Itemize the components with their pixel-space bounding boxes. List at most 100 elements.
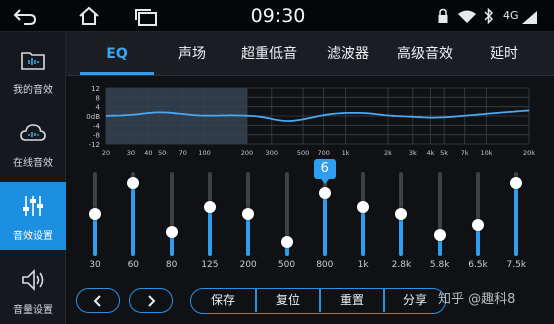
eq-slider-2.8k[interactable]: 2.8k <box>386 162 416 276</box>
network-type: 4G <box>503 9 519 22</box>
slider-knob[interactable] <box>357 201 370 213</box>
slider-fill <box>93 214 97 256</box>
x-tick-label: 1k <box>342 149 350 157</box>
tab-advanced-effects[interactable]: 高级音效 <box>388 32 462 76</box>
selected-value-bubble: 6 <box>313 159 336 184</box>
music-folder-icon <box>19 46 47 74</box>
clock: 09:30 <box>250 5 306 27</box>
active-tab-indicator <box>80 72 154 75</box>
eq-slider-800[interactable]: 800 6 <box>310 159 340 276</box>
x-tick-label: 7k <box>461 149 469 157</box>
sidebar: 我的音效 在线音效 音效设置 音量设置 <box>0 32 66 324</box>
eq-slider-30[interactable]: 30 <box>80 162 110 276</box>
slider-knob[interactable] <box>165 225 178 238</box>
recent-apps-icon[interactable] <box>133 7 159 31</box>
sidebar-item-volume-settings[interactable]: 音量设置 <box>0 256 66 324</box>
eq-slider-group: 30 60 80 125 200 500 800 6 1k 2.8k 5.8k 6.5k 7.5k <box>66 159 554 276</box>
slider-fill <box>514 182 519 256</box>
band-frequency-label: 30 <box>89 260 101 270</box>
sidebar-item-label: 音效设置 <box>13 231 53 242</box>
y-tick-label: -4 <box>93 122 101 130</box>
restore-button[interactable]: 复位 <box>257 289 319 312</box>
x-tick-label: 20k <box>523 149 535 157</box>
tab-eq[interactable]: EQ <box>80 32 154 76</box>
tab-sound-field[interactable]: 声场 <box>162 32 222 76</box>
y-tick-label: -12 <box>89 141 100 149</box>
band-frequency-label: 2.8k <box>391 260 412 270</box>
signal-icon <box>522 9 538 28</box>
back-icon[interactable] <box>12 7 38 29</box>
y-tick-label: 8 <box>96 94 100 102</box>
chevron-right-icon <box>148 295 156 307</box>
eq-slider-125[interactable]: 125 <box>195 162 225 276</box>
y-tick-label: 0dB <box>86 113 100 121</box>
x-tick-label: 300 <box>266 149 278 157</box>
tab-delay[interactable]: 延时 <box>474 32 534 76</box>
band-frequency-label: 60 <box>127 260 140 270</box>
slider-knob[interactable] <box>318 187 331 199</box>
reset-button[interactable]: 重置 <box>321 289 383 312</box>
x-tick-label: 4k <box>426 149 434 157</box>
eq-slider-60[interactable]: 60 <box>118 162 148 276</box>
sidebar-item-effect-settings[interactable]: 音效设置 <box>0 182 66 250</box>
slider-knob[interactable] <box>89 208 101 220</box>
prev-button[interactable] <box>76 288 120 313</box>
slider-knob[interactable] <box>433 229 446 241</box>
slider-knob[interactable] <box>280 236 293 248</box>
x-tick-label: 5k <box>440 149 448 157</box>
y-tick-label: -8 <box>93 132 100 140</box>
slider-fill <box>361 207 366 256</box>
sidebar-item-my-effects[interactable]: 我的音效 <box>0 36 66 104</box>
band-frequency-label: 5.8k <box>429 260 450 270</box>
eq-slider-500[interactable]: 500 <box>272 162 302 276</box>
slider-knob[interactable] <box>242 208 255 220</box>
cloud-music-icon <box>19 119 47 147</box>
home-icon[interactable] <box>78 6 100 30</box>
slider-knob[interactable] <box>510 176 523 189</box>
chevron-left-icon <box>93 295 101 307</box>
eq-slider-6.5k[interactable]: 6.5k <box>463 162 493 276</box>
slider-fill <box>131 182 136 256</box>
eq-response-graph: 12 8 4 0dB -4 -8 -12 20 30 40 50 70 100 200 300 500 700 1… <box>66 80 554 160</box>
x-tick-label: 10k <box>481 149 493 157</box>
slider-knob[interactable] <box>203 201 216 213</box>
eq-slider-200[interactable]: 200 <box>233 162 263 276</box>
x-tick-label: 700 <box>318 149 330 157</box>
status-bar: 09:30 4G <box>0 0 554 32</box>
save-button[interactable]: 保存 <box>191 289 255 312</box>
slider-fill <box>399 214 404 256</box>
x-tick-label: 40 <box>144 149 152 157</box>
slider-knob[interactable] <box>395 208 408 220</box>
x-tick-label: 70 <box>179 149 187 157</box>
sidebar-item-label: 音量设置 <box>13 305 53 316</box>
eq-slider-5.8k[interactable]: 5.8k <box>425 162 455 276</box>
equalizer-icon <box>19 192 47 220</box>
slider-fill <box>207 207 212 256</box>
y-tick-label: 4 <box>96 104 101 112</box>
band-frequency-label: 80 <box>165 260 178 270</box>
eq-slider-80[interactable]: 80 <box>157 162 187 276</box>
sidebar-item-online-effects[interactable]: 在线音效 <box>0 109 66 177</box>
slider-knob[interactable] <box>472 218 484 231</box>
band-frequency-label: 6.5k <box>468 260 488 270</box>
lock-icon <box>437 8 449 28</box>
bottom-controls: 保存 复位 重置 分享 知乎 @趣科8 <box>66 284 554 320</box>
x-tick-label: 500 <box>297 149 309 157</box>
x-tick-label: 2k <box>384 149 392 157</box>
band-frequency-label: 125 <box>201 260 219 270</box>
eq-slider-7.5k[interactable]: 7.5k <box>501 162 531 276</box>
y-tick-label: 12 <box>91 85 100 93</box>
action-button-group: 保存 复位 重置 分享 <box>190 288 446 314</box>
share-button[interactable]: 分享 <box>385 289 445 312</box>
tab-filter[interactable]: 滤波器 <box>316 32 380 76</box>
band-frequency-label: 7.5k <box>506 260 527 270</box>
x-tick-label: 100 <box>198 149 210 157</box>
x-tick-label: 50 <box>158 149 166 157</box>
x-tick-label: 20 <box>102 149 110 157</box>
band-frequency-label: 800 <box>316 260 334 270</box>
slider-knob[interactable] <box>127 176 140 189</box>
next-button[interactable] <box>129 288 173 313</box>
x-tick-label: 200 <box>241 149 253 157</box>
eq-slider-1k[interactable]: 1k <box>348 162 378 276</box>
tab-heavy-bass[interactable]: 超重低音 <box>232 32 306 76</box>
